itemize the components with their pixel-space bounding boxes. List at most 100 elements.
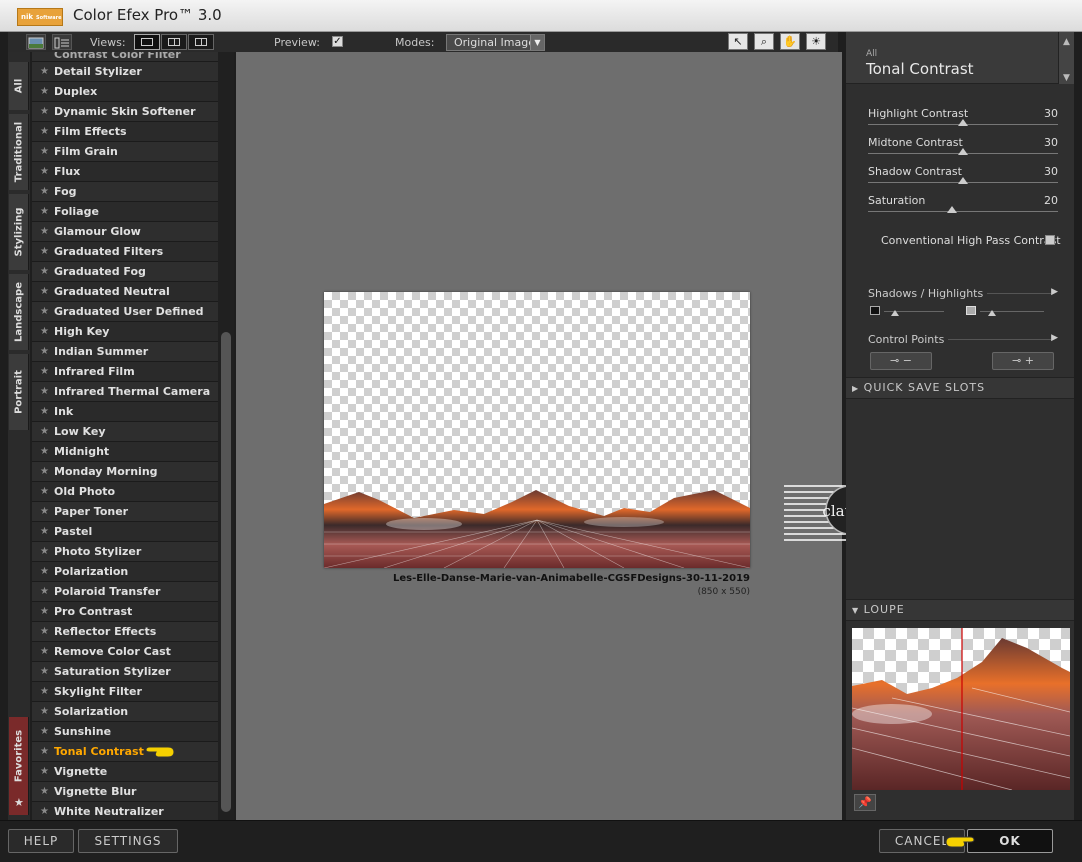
list-item[interactable]: ★ Old Photo xyxy=(32,482,218,502)
list-item[interactable]: ★ Infrared Film xyxy=(32,362,218,382)
star-icon[interactable]: ★ xyxy=(40,162,49,181)
star-icon[interactable]: ★ xyxy=(40,482,49,501)
list-item[interactable]: ★ Detail Stylizer xyxy=(32,62,218,82)
star-icon[interactable]: ★ xyxy=(40,282,49,301)
list-item[interactable]: ★ Polaroid Transfer xyxy=(32,582,218,602)
split-view-button[interactable] xyxy=(161,34,187,50)
star-icon[interactable]: ★ xyxy=(40,102,49,121)
list-item[interactable]: ★ Vignette xyxy=(32,762,218,782)
star-icon[interactable]: ★ xyxy=(40,82,49,101)
star-icon[interactable]: ★ xyxy=(40,342,49,361)
scrollbar-thumb[interactable] xyxy=(221,332,231,812)
star-icon[interactable]: ★ xyxy=(40,662,49,681)
star-icon[interactable]: ★ xyxy=(40,502,49,521)
list-item[interactable]: Contrast Color Filter xyxy=(32,52,218,62)
list-item[interactable]: ★ Graduated User Defined xyxy=(32,302,218,322)
list-item[interactable]: ★ Infrared Thermal Camera xyxy=(32,382,218,402)
list-item[interactable]: ★ Skylight Filter xyxy=(32,682,218,702)
loupe-view[interactable] xyxy=(852,628,1070,790)
star-icon[interactable]: ★ xyxy=(40,182,49,201)
list-item[interactable]: ★ Midnight xyxy=(32,442,218,462)
list-item[interactable]: ★ Flux xyxy=(32,162,218,182)
star-icon[interactable]: ★ xyxy=(40,582,49,601)
list-item[interactable]: ★ Dynamic Skin Softener xyxy=(32,102,218,122)
star-icon[interactable]: ★ xyxy=(40,742,49,761)
help-button[interactable]: HELP xyxy=(8,829,74,853)
quick-save-slots-header[interactable]: ▶ QUICK SAVE SLOTS xyxy=(846,377,1074,399)
star-icon[interactable]: ★ xyxy=(40,722,49,741)
list-item[interactable]: ★ Indian Summer xyxy=(32,342,218,362)
highlights-slider-thumb[interactable] xyxy=(988,310,996,316)
remove-control-point-button[interactable]: ⊸ − xyxy=(870,352,932,370)
list-item[interactable]: ★ Remove Color Cast xyxy=(32,642,218,662)
list-item[interactable]: ★ Glamour Glow xyxy=(32,222,218,242)
list-item[interactable]: ★ Graduated Fog xyxy=(32,262,218,282)
lightbulb-icon[interactable]: ☀ xyxy=(806,33,826,50)
single-view-button[interactable] xyxy=(134,34,160,50)
slider-track[interactable] xyxy=(868,211,1058,212)
tab-traditional[interactable]: Traditional xyxy=(9,114,29,190)
list-item[interactable]: ★ Reflector Effects xyxy=(32,622,218,642)
list-item[interactable]: ★ Monday Morning xyxy=(32,462,218,482)
filter-list-scrollbar[interactable] xyxy=(218,52,234,820)
star-icon[interactable]: ★ xyxy=(40,302,49,321)
highlight-contrast-slider[interactable]: Highlight Contrast 30 xyxy=(868,107,1058,135)
list-item[interactable]: ★ Film Effects xyxy=(32,122,218,142)
list-item[interactable]: ★ Photo Stylizer xyxy=(32,542,218,562)
loupe-header[interactable]: ▼ LOUPE xyxy=(846,599,1074,621)
conventional-high-pass-checkbox[interactable] xyxy=(1045,235,1055,245)
star-icon[interactable]: ★ xyxy=(40,542,49,561)
thumbnail-view-icon[interactable] xyxy=(26,34,46,50)
list-item[interactable]: ★ Pro Contrast xyxy=(32,602,218,622)
star-icon[interactable]: ★ xyxy=(40,402,49,421)
arrow-pointer-icon[interactable]: ↖ xyxy=(728,33,748,50)
star-icon[interactable]: ★ xyxy=(40,222,49,241)
star-icon[interactable]: ★ xyxy=(40,642,49,661)
panel-collapse-icon[interactable]: ▲ ▼ xyxy=(1058,32,1074,84)
shadows-slider-thumb[interactable] xyxy=(891,310,899,316)
star-icon[interactable]: ★ xyxy=(40,262,49,281)
slider-thumb[interactable] xyxy=(958,148,968,155)
list-item[interactable]: ★ White Neutralizer xyxy=(32,802,218,820)
tab-landscape[interactable]: Landscape xyxy=(9,274,29,350)
tab-favorites[interactable]: Favorites ★ xyxy=(9,717,29,815)
list-item[interactable]: ★ Fog xyxy=(32,182,218,202)
add-control-point-button[interactable]: ⊸ + xyxy=(992,352,1054,370)
list-item[interactable]: ★ Pastel xyxy=(32,522,218,542)
star-icon[interactable]: ★ xyxy=(40,462,49,481)
star-icon[interactable]: ★ xyxy=(40,702,49,721)
control-points-section[interactable]: Control Points ▶ xyxy=(868,333,1058,346)
list-item[interactable]: ★ Ink xyxy=(32,402,218,422)
list-item[interactable]: ★ Film Grain xyxy=(32,142,218,162)
list-item[interactable]: ★ Solarization xyxy=(32,702,218,722)
slider-thumb[interactable] xyxy=(946,206,957,213)
star-icon[interactable]: ★ xyxy=(40,242,49,261)
preview-image[interactable] xyxy=(324,292,750,568)
list-item[interactable]: ★ Foliage xyxy=(32,202,218,222)
list-item[interactable]: ★ Low Key xyxy=(32,422,218,442)
hand-icon[interactable]: ✋ xyxy=(780,33,800,50)
list-item[interactable]: ★ Sunshine xyxy=(32,722,218,742)
expand-arrow-icon[interactable]: ▶ xyxy=(1051,287,1058,297)
star-icon[interactable]: ★ xyxy=(40,202,49,221)
list-item[interactable]: ★ Saturation Stylizer xyxy=(32,662,218,682)
tab-stylizing[interactable]: Stylizing xyxy=(9,194,29,270)
list-item[interactable]: ★ Polarization xyxy=(32,562,218,582)
expand-arrow-icon[interactable]: ▶ xyxy=(1051,333,1058,343)
star-icon[interactable]: ★ xyxy=(40,762,49,781)
star-icon[interactable]: ★ xyxy=(40,362,49,381)
list-item[interactable]: ★ Paper Toner xyxy=(32,502,218,522)
side-by-side-view-button[interactable] xyxy=(188,34,214,50)
list-item[interactable]: ★ High Key xyxy=(32,322,218,342)
zoom-icon[interactable]: ⌕ xyxy=(754,33,774,50)
list-item[interactable]: ★ Tonal Contrast xyxy=(32,742,218,762)
star-icon[interactable]: ★ xyxy=(40,802,49,820)
star-icon[interactable]: ★ xyxy=(40,442,49,461)
slider-thumb[interactable] xyxy=(958,177,968,184)
pin-icon[interactable]: 📌 xyxy=(854,794,876,811)
list-view-icon[interactable] xyxy=(52,34,72,50)
saturation-slider[interactable]: Saturation 20 xyxy=(868,194,1058,222)
tab-all[interactable]: All xyxy=(9,62,29,110)
midtone-contrast-slider[interactable]: Midtone Contrast 30 xyxy=(868,136,1058,164)
star-icon[interactable]: ★ xyxy=(40,142,49,161)
